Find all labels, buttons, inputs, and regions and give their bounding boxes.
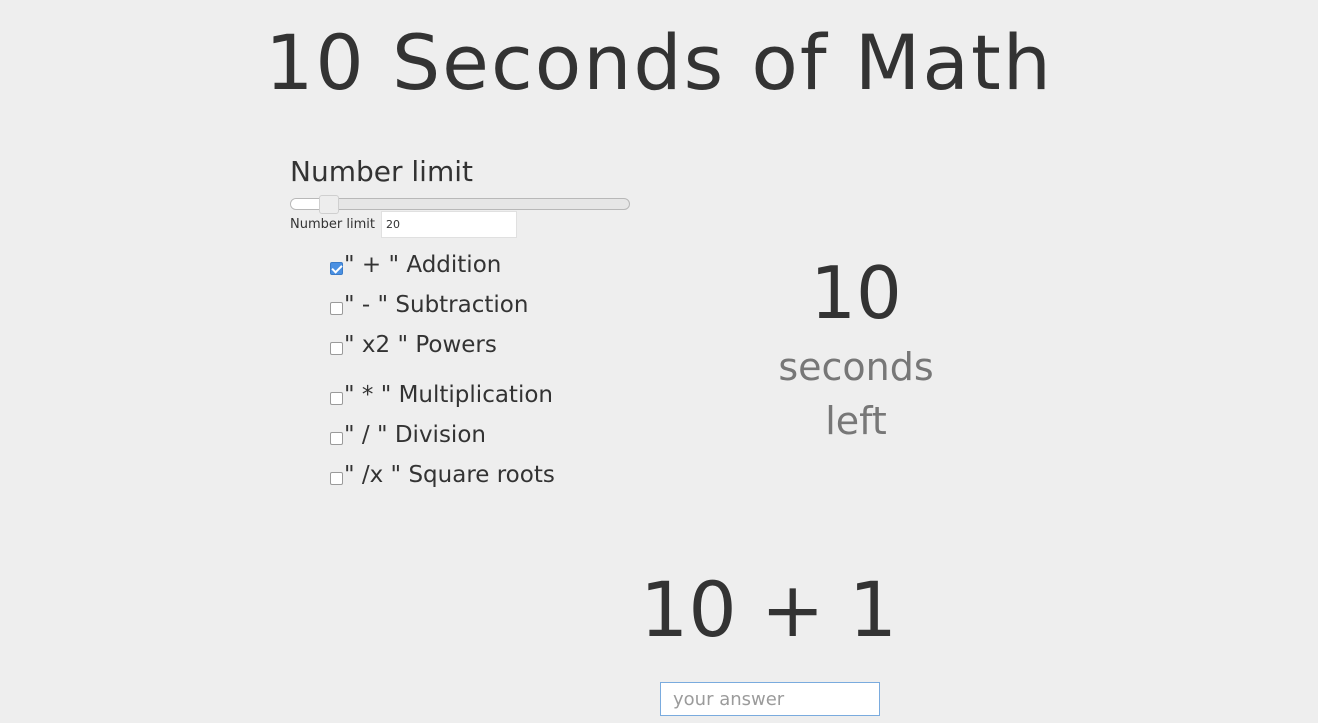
- operation-square-roots[interactable]: " /x " Square roots: [330, 462, 555, 488]
- operation-subtraction[interactable]: " - " Subtraction: [330, 292, 528, 318]
- powers-checkbox[interactable]: [330, 341, 343, 355]
- operation-label: " - " Subtraction: [344, 292, 529, 318]
- square-roots-checkbox[interactable]: [330, 471, 343, 485]
- number-limit-input[interactable]: [380, 211, 517, 238]
- number-limit-row: Number limit: [290, 211, 517, 238]
- operation-label: " + " Addition: [344, 252, 502, 278]
- operation-label: " /x " Square roots: [344, 462, 555, 488]
- number-limit-slider[interactable]: [290, 195, 630, 214]
- operation-division[interactable]: " / " Division: [330, 422, 486, 448]
- operation-addition[interactable]: " + " Addition: [330, 252, 501, 278]
- division-checkbox[interactable]: [330, 431, 343, 445]
- operation-multiplication[interactable]: " * " Multiplication: [330, 382, 553, 408]
- operation-label: " / " Division: [344, 422, 486, 448]
- timer-value: 10: [810, 251, 902, 335]
- operation-powers[interactable]: " x2 " Powers: [330, 332, 497, 358]
- multiplication-checkbox[interactable]: [330, 391, 343, 405]
- number-limit-heading: Number limit: [290, 155, 473, 188]
- page-title: 10 Seconds of Math: [265, 18, 1053, 107]
- timer-label: seconds left: [778, 345, 934, 443]
- math-problem: 10 + 1: [640, 565, 898, 654]
- subtraction-checkbox[interactable]: [330, 301, 343, 315]
- answer-input[interactable]: [660, 682, 880, 716]
- operation-label: " * " Multiplication: [344, 382, 553, 408]
- operation-label: " x2 " Powers: [344, 332, 497, 358]
- page: 10 Seconds of Math Number limit Number l…: [0, 0, 1318, 723]
- number-limit-label: Number limit: [290, 217, 375, 232]
- addition-checkbox[interactable]: [330, 261, 343, 275]
